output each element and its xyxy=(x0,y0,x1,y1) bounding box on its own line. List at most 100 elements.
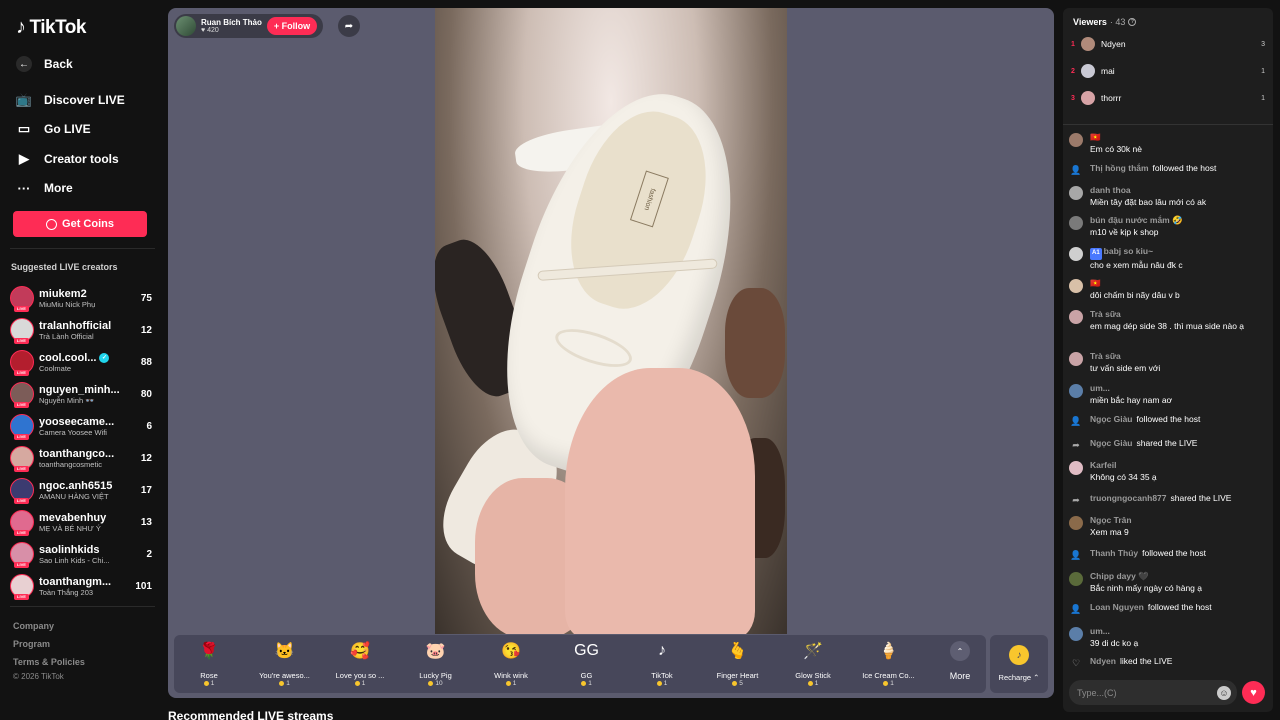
creator-subtitle: Coolmate xyxy=(39,363,72,373)
chat-avatar[interactable] xyxy=(1069,279,1083,293)
share-button[interactable]: ➦ xyxy=(338,15,360,37)
back-button[interactable]: ← Back xyxy=(16,56,73,72)
suggested-creator-item[interactable]: LIVE miukem2 MiuMiu Nick Phụ 75 xyxy=(10,284,152,312)
get-coins-label: Get Coins xyxy=(62,218,114,230)
system-message: 👤 Thanh Thúy followed the host xyxy=(1069,548,1267,562)
chat-username[interactable]: truongngocanh877 xyxy=(1090,493,1167,503)
gift-price-value: 5 xyxy=(739,680,743,687)
follow-button[interactable]: + Follow xyxy=(266,17,318,35)
gift-item[interactable]: 😘 Wink wink 1 xyxy=(476,639,546,687)
chat-username[interactable]: 🇻🇳 xyxy=(1090,132,1101,142)
chat-text: Bắc ninh mấy ngày có hàng ạ xyxy=(1090,582,1202,593)
chat-username[interactable]: bún đậu nước mắm 🤣 xyxy=(1090,215,1183,225)
recharge-button[interactable]: ♪ Recharge ⌃ xyxy=(990,635,1048,693)
chat-username[interactable]: Thị hồng thắm xyxy=(1090,163,1149,173)
suggested-creator-item[interactable]: LIVE tralanhofficial Trà Lành Official 12 xyxy=(10,316,152,344)
gift-item[interactable]: 🪄 Glow Stick 1 xyxy=(778,639,848,687)
top-viewer-row[interactable]: 3 thorrr 1 xyxy=(1071,89,1265,107)
get-coins-button[interactable]: Get Coins xyxy=(13,211,147,237)
chat-username[interactable]: Loan Nguyen xyxy=(1090,602,1144,612)
suggested-creator-item[interactable]: LIVE toanthangm... Toàn Thắng 203 101 xyxy=(10,572,152,600)
chat-avatar[interactable] xyxy=(1069,516,1083,530)
like-heart-button[interactable]: ♥ xyxy=(1242,681,1265,704)
host-avatar[interactable] xyxy=(176,16,196,36)
chat-input[interactable] xyxy=(1077,687,1217,698)
gifts-more-button[interactable]: ⌃ More xyxy=(938,641,982,681)
chat-username[interactable]: Trà sữa xyxy=(1090,309,1121,319)
creator-avatar: LIVE xyxy=(10,350,34,376)
gift-item[interactable]: 🌹 Rose 1 xyxy=(174,639,244,687)
chat-avatar[interactable] xyxy=(1069,310,1083,324)
system-text: followed the host xyxy=(1152,163,1217,173)
top-viewer-row[interactable]: 2 mai 1 xyxy=(1071,62,1265,80)
nav-go-live[interactable]: ▭ Go LIVE xyxy=(16,121,91,137)
live-player[interactable]: fashion Ruan Bích Thảo ♥ 420 + Follow ➦ … xyxy=(168,8,1054,698)
footer-terms-link[interactable]: Terms & Policies xyxy=(13,657,85,667)
chat-username[interactable]: Karfeil xyxy=(1090,460,1116,470)
chat-username[interactable]: 🇻🇳 xyxy=(1090,278,1101,288)
chat-avatar[interactable] xyxy=(1069,133,1083,147)
chat-avatar[interactable] xyxy=(1069,384,1083,398)
suggested-creator-item[interactable]: LIVE ngoc.anh6515 AMANU HÀNG VIỆT 17 xyxy=(10,476,152,504)
gift-item[interactable]: 🐷 Lucky Pig 10 xyxy=(401,639,471,687)
chat-avatar[interactable] xyxy=(1069,461,1083,475)
chat-username[interactable]: Ndyen xyxy=(1090,656,1116,666)
footer-program-link[interactable]: Program xyxy=(13,639,50,649)
chat-avatar[interactable] xyxy=(1069,247,1083,261)
creator-subtitle: Camera Yoosee Wifi xyxy=(39,427,107,437)
gift-item[interactable]: ♪ TikTok 1 xyxy=(627,639,697,687)
info-icon[interactable]: ? xyxy=(1128,18,1137,26)
gift-item[interactable]: 🫰 Finger Heart 5 xyxy=(703,639,773,687)
gift-icon: 🌹 xyxy=(199,643,219,660)
chat-avatar[interactable] xyxy=(1069,627,1083,641)
top-viewer-row[interactable]: 1 Ndyen 3 xyxy=(1071,35,1265,53)
tiktok-logo[interactable]: ♪ TikTok xyxy=(16,16,86,39)
chat-text: cho e xem mẫu nâu đk c xyxy=(1090,259,1183,270)
creator-subtitle: Sao Linh Kids - Chi... xyxy=(39,555,110,565)
nav-creator-tools[interactable]: ▶ Creator tools xyxy=(16,151,119,167)
gift-item[interactable]: 🥰 Love you so ... 1 xyxy=(325,639,395,687)
live-badge: LIVE xyxy=(14,402,29,408)
chat-avatar[interactable] xyxy=(1069,572,1083,586)
gift-item[interactable]: 🍦 Ice Cream Co... 1 xyxy=(854,639,924,687)
gift-icon: GG xyxy=(574,642,599,659)
chat-username[interactable]: Trà sữa xyxy=(1090,351,1121,361)
creator-subtitle: Trà Lành Official xyxy=(39,331,94,341)
suggested-creator-item[interactable]: LIVE nguyen_minh... Nguyễn Minh 👓 80 xyxy=(10,380,152,408)
chat-username[interactable]: babj so kiu~ xyxy=(1104,246,1153,256)
coin-icon xyxy=(807,681,813,686)
live-video[interactable]: fashion xyxy=(435,8,787,634)
arrow-left-icon: ← xyxy=(16,56,32,72)
creator-avatar: LIVE xyxy=(10,318,34,344)
chat-avatar[interactable] xyxy=(1069,186,1083,200)
chat-username[interactable]: Ngọc Trân xyxy=(1090,515,1132,525)
fan-level-badge: A1 xyxy=(1090,248,1102,260)
footer-company-link[interactable]: Company xyxy=(13,621,54,631)
suggested-creator-item[interactable]: LIVE toanthangco... toanthangcosmetic 12 xyxy=(10,444,152,472)
gift-item[interactable]: 🐱 You're aweso... 1 xyxy=(250,639,320,687)
emoji-icon[interactable]: ☺ xyxy=(1217,685,1231,700)
chat-username[interactable]: um... xyxy=(1090,383,1110,393)
gift-item[interactable]: GG GG 1 xyxy=(552,639,622,687)
chat-username[interactable]: Ngọc Giàu xyxy=(1090,438,1133,448)
nav-discover-live[interactable]: 📺 Discover LIVE xyxy=(16,92,125,108)
chat-input-box[interactable]: ☺ xyxy=(1069,680,1237,705)
live-badge: LIVE xyxy=(14,434,29,440)
system-message: ➦ Ngọc Giàu shared the LIVE xyxy=(1069,438,1267,452)
chat-avatar[interactable] xyxy=(1069,352,1083,366)
nav-more[interactable]: ··· More xyxy=(16,180,73,196)
suggested-creator-item[interactable]: LIVE mevabenhuy MẸ VÀ BÉ NHƯ Ý 13 xyxy=(10,508,152,536)
suggested-creator-item[interactable]: LIVE cool.cool... ✓ Coolmate 88 xyxy=(10,348,152,376)
chat-avatar[interactable] xyxy=(1069,216,1083,230)
viewer-name: mai xyxy=(1101,66,1115,76)
chat-username[interactable]: danh thoa xyxy=(1090,185,1131,195)
host-info[interactable]: Ruan Bích Thảo ♥ 420 + Follow xyxy=(174,14,324,38)
nav-more-label: More xyxy=(44,181,73,195)
suggested-creator-item[interactable]: LIVE saolinhkids Sao Linh Kids - Chi... 2 xyxy=(10,540,152,568)
chat-username[interactable]: Thanh Thúy xyxy=(1090,548,1138,558)
viewers-header[interactable]: Viewers · 43 ? xyxy=(1073,17,1137,27)
chat-username[interactable]: um... xyxy=(1090,626,1110,636)
suggested-creator-item[interactable]: LIVE yooseecame... Camera Yoosee Wifi 6 xyxy=(10,412,152,440)
chat-username[interactable]: Ngọc Giàu xyxy=(1090,414,1133,424)
chat-username[interactable]: Chipp dayy 🖤 xyxy=(1090,571,1149,581)
